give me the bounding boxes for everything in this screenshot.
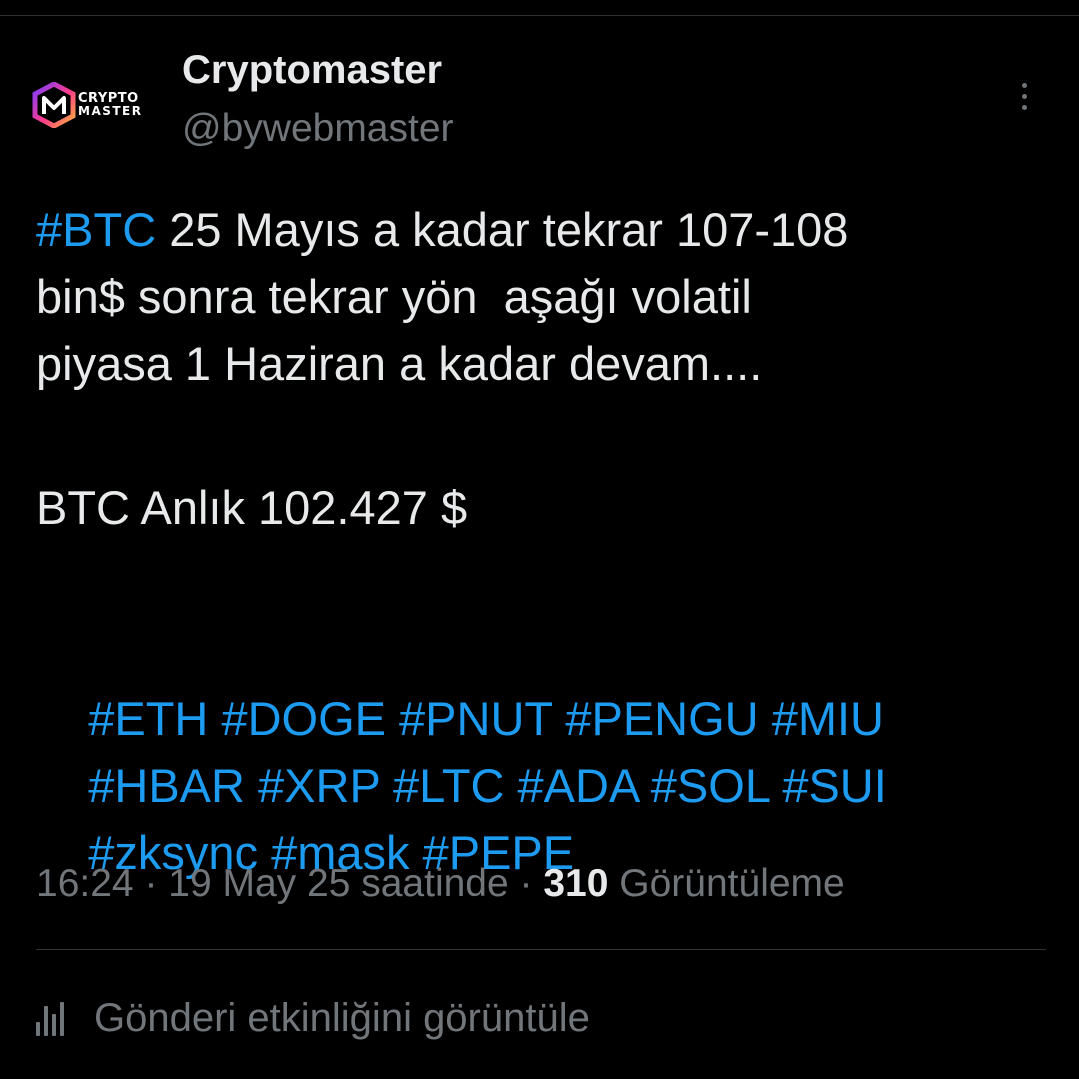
hashtag-link[interactable]: #XRP — [258, 759, 380, 812]
view-post-activity-button[interactable]: Gönderi etkinliğini görüntüle — [36, 990, 590, 1046]
display-name[interactable]: Cryptomaster — [182, 48, 442, 93]
avatar[interactable]: CRYPTO MASTER — [32, 81, 146, 129]
views-count: 310 — [543, 862, 609, 905]
meta-separator: · — [133, 862, 169, 905]
tweet-line-price: BTC Anlık 102.427 $ — [36, 481, 468, 534]
more-vertical-icon-dot — [1021, 93, 1027, 99]
tweet-line-2: bin$ sonra tekrar yön aşağı volatil — [36, 270, 752, 323]
hashtag-link[interactable]: #HBAR — [88, 759, 245, 812]
hashtag-link[interactable]: #ETH — [88, 692, 208, 745]
hashtag-link[interactable]: #DOGE — [221, 692, 386, 745]
avatar-logo-text: CRYPTO MASTER — [78, 92, 143, 118]
hashtag-link[interactable]: #BTC — [36, 203, 156, 256]
hashtag-row-1: #ETH #DOGE #PNUT #PENGU #MIU — [36, 618, 1046, 745]
tweet-date[interactable]: 19 May 25 saatinde — [168, 862, 508, 905]
hashtag-link[interactable]: #PNUT — [399, 692, 552, 745]
meta-separator: · — [508, 862, 544, 905]
crypto-master-logo-icon — [32, 81, 76, 129]
tweet-line-1: #BTC 25 Mayıs a kadar tekrar 107-108 — [36, 196, 1046, 263]
more-options-button[interactable] — [1006, 74, 1042, 118]
divider — [36, 949, 1046, 950]
hashtag-link[interactable]: #PENGU — [565, 692, 758, 745]
views-label: Görüntüleme — [608, 862, 845, 905]
hashtag-link[interactable]: #ADA — [518, 759, 638, 812]
user-handle[interactable]: @bywebmaster — [182, 107, 454, 151]
tweet-time[interactable]: 16:24 — [36, 862, 134, 905]
avatar-logo-line2: MASTER — [78, 104, 143, 118]
top-divider — [0, 15, 1079, 16]
tweet-text: #BTC 25 Mayıs a kadar tekrar 107-108 bin… — [36, 196, 1046, 879]
hashtag-link[interactable]: #SOL — [651, 759, 769, 812]
view-post-activity-label: Gönderi etkinliğini görüntüle — [94, 995, 590, 1040]
more-vertical-icon-dot — [1021, 82, 1027, 88]
tweet-line-1-text: 25 Mayıs a kadar tekrar 107-108 — [156, 203, 849, 256]
more-vertical-icon-dot — [1021, 104, 1027, 110]
hashtag-link[interactable]: #LTC — [393, 759, 504, 812]
analytics-bar-chart-icon — [36, 1000, 78, 1036]
hashtag-link[interactable]: #MIU — [772, 692, 884, 745]
tweet-line-3: piyasa 1 Haziran a kadar devam.... — [36, 337, 763, 390]
tweet-metadata: 16:24 · 19 May 25 saatinde · 310 Görüntü… — [36, 862, 845, 906]
hashtag-link[interactable]: #SUI — [782, 759, 887, 812]
